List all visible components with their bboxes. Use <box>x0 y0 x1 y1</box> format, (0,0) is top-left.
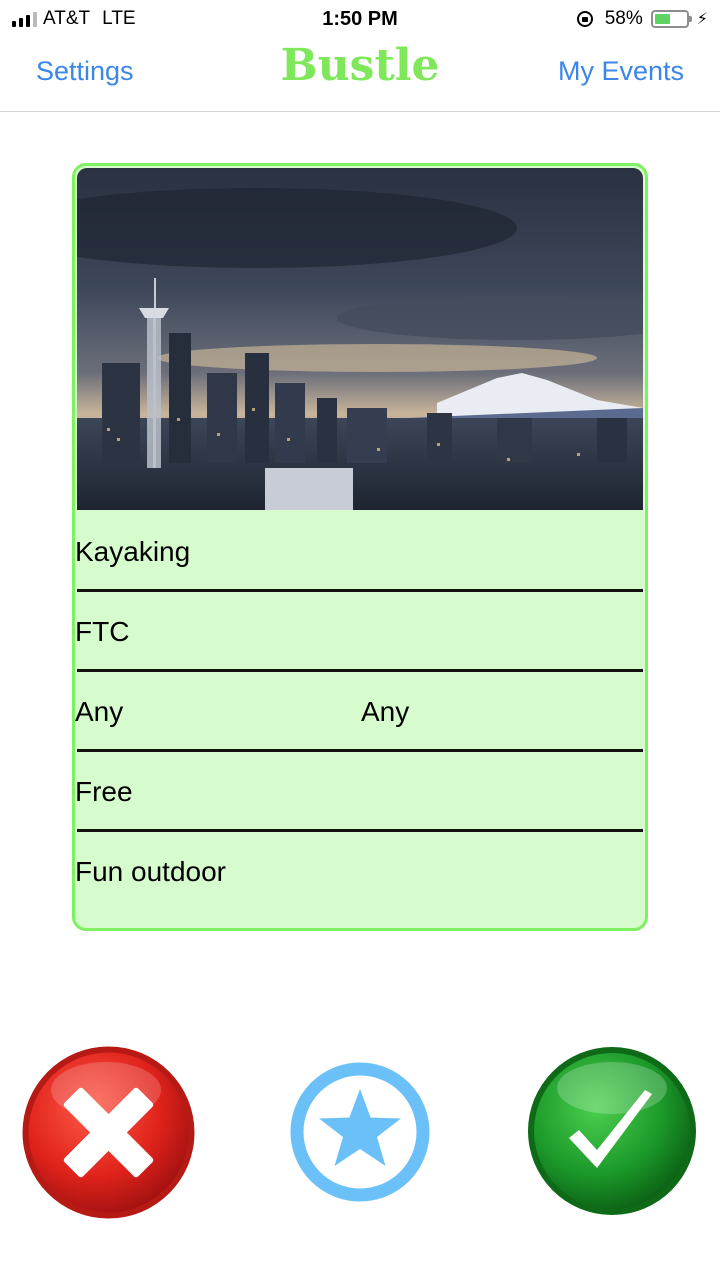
event-card[interactable]: Kayaking FTC Any Any Free Fun outdoor <box>72 163 648 931</box>
event-name-row: Kayaking <box>75 512 645 592</box>
event-description: Fun outdoor <box>75 856 226 887</box>
event-time-to: Any <box>361 696 410 727</box>
battery-fill <box>654 14 671 24</box>
event-price-row: Free <box>75 752 645 832</box>
accept-button[interactable] <box>527 1046 697 1216</box>
status-bar: AT&T LTE 1:50 PM 58% ⚡ <box>0 0 720 38</box>
checkmark-icon <box>528 1047 696 1215</box>
event-location-row: FTC <box>75 592 645 672</box>
event-location: FTC <box>75 616 130 647</box>
event-name: Kayaking <box>75 536 191 567</box>
rotation-lock-icon <box>576 11 593 27</box>
battery-percent: 58% <box>604 8 643 29</box>
status-right: 58% ⚡ <box>576 6 708 32</box>
star-icon <box>290 1062 430 1202</box>
event-photo <box>77 168 643 510</box>
charging-bolt-icon: ⚡ <box>696 11 708 28</box>
reject-button[interactable] <box>21 1045 196 1220</box>
navigation-bar: Settings Bustle My Events <box>0 38 720 112</box>
event-price: Free <box>75 776 133 807</box>
event-description-row: Fun outdoor <box>75 832 645 912</box>
battery-icon <box>650 10 692 28</box>
event-details: Kayaking FTC Any Any Free Fun outdoor <box>75 512 645 912</box>
my-events-button[interactable]: My Events <box>558 56 684 87</box>
event-time-row: Any Any <box>75 672 645 752</box>
close-x-icon <box>22 1046 195 1219</box>
event-time-from: Any <box>75 696 124 727</box>
favorite-button[interactable] <box>289 1061 431 1203</box>
